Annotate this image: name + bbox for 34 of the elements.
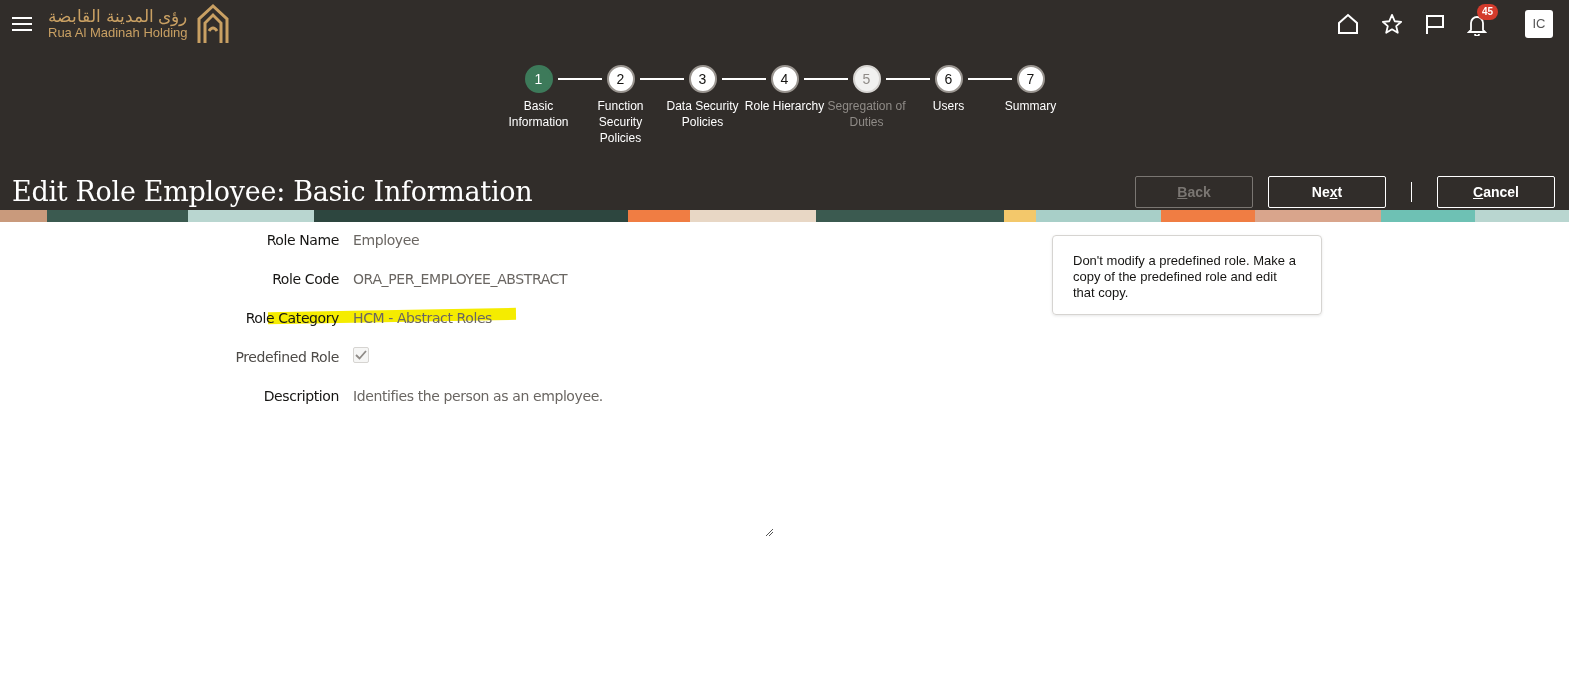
step-number[interactable]: 2 xyxy=(606,65,635,93)
step-label[interactable]: Function Security Policies xyxy=(579,98,662,146)
flag-icon[interactable] xyxy=(1425,14,1445,34)
info-note: Don't modify a predefined role. Make a copy of the predefined role and edit that copy. xyxy=(1052,235,1322,315)
step-label[interactable]: Users xyxy=(907,98,990,114)
next-button[interactable]: Next xyxy=(1268,176,1386,209)
step-label[interactable]: Summary xyxy=(989,98,1072,114)
resize-grip-icon[interactable] xyxy=(765,528,773,536)
step-number[interactable]: 6 xyxy=(934,65,963,93)
bell-icon[interactable] xyxy=(1467,13,1487,36)
field-label: Role Name xyxy=(265,231,340,250)
home-icon[interactable] xyxy=(1337,13,1359,35)
menu-icon[interactable] xyxy=(12,16,32,32)
description-text: Identifies the person as an employee. xyxy=(353,387,604,406)
field-value: Employee xyxy=(353,231,420,250)
step-number[interactable]: 7 xyxy=(1016,65,1045,93)
brand-name: Rua Al Madinah Holding xyxy=(48,26,188,40)
user-avatar[interactable]: IC xyxy=(1525,10,1553,38)
step-label[interactable]: Role Hierarchy xyxy=(743,98,826,114)
notification-count: 45 xyxy=(1477,4,1499,20)
page-title: Edit Role Employee: Basic Information xyxy=(12,176,533,209)
field-label: Role Code xyxy=(271,270,340,289)
field-value: ORA_PER_EMPLOYEE_ABSTRACT xyxy=(353,270,568,289)
field-label: Description xyxy=(262,387,340,406)
step-label[interactable]: Basic Information xyxy=(497,98,580,130)
step-number[interactable]: 4 xyxy=(770,65,799,93)
logo-icon xyxy=(195,3,232,45)
star-icon[interactable] xyxy=(1381,13,1403,35)
brand-name-arabic: رؤى المدينة القابضة xyxy=(48,8,188,26)
step-label[interactable]: Data Security Policies xyxy=(661,98,744,130)
step-number[interactable]: 1 xyxy=(524,65,553,93)
step-number[interactable]: 3 xyxy=(688,65,717,93)
cancel-button[interactable]: Cancel xyxy=(1437,176,1555,209)
field-label: Predefined Role xyxy=(234,348,340,367)
